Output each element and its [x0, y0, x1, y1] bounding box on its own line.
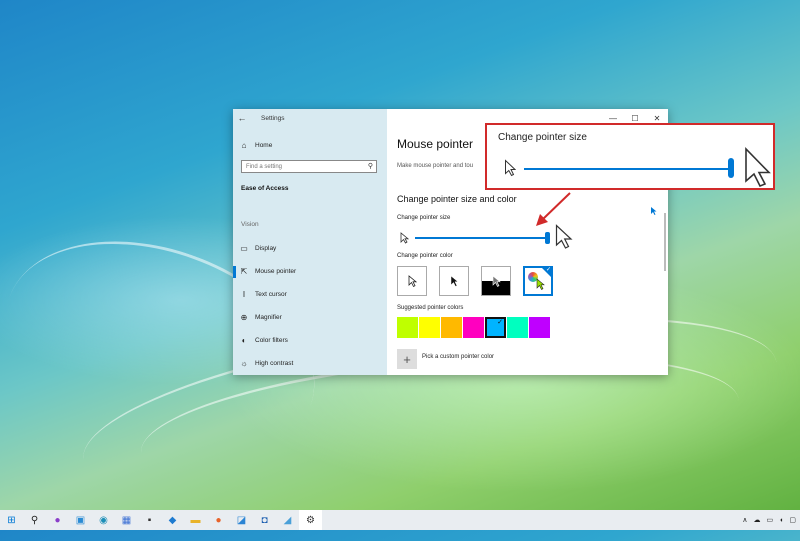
group-label: Vision — [241, 221, 259, 228]
settings-icon[interactable]: ⚙ — [299, 510, 322, 530]
firefox-icon[interactable]: ● — [207, 510, 230, 530]
sidebar-item-mouse-pointer[interactable]: ⇱ Mouse pointer — [233, 261, 387, 281]
magnifier-icon: ⊕ — [240, 312, 248, 322]
blue-pointer-icon — [651, 207, 657, 215]
pointer-color-inverted[interactable] — [481, 266, 511, 296]
search-input[interactable]: Find a setting ⚲ — [241, 160, 377, 173]
photos-icon[interactable]: ◪ — [230, 510, 253, 530]
edge-icon[interactable]: ◉ — [92, 510, 115, 530]
sidebar: ← Settings ⌂ Home Find a setting ⚲ Ease … — [233, 109, 387, 375]
vscode-icon[interactable]: ◆ — [161, 510, 184, 530]
black-pointer-icon — [450, 275, 459, 287]
start-icon[interactable]: ⊞ — [0, 510, 23, 530]
page-description: Make mouse pointer and tou — [397, 163, 474, 169]
pointer-color-white[interactable] — [397, 266, 427, 296]
network-icon[interactable]: ▭ — [767, 516, 774, 524]
callout-title: Change pointer size — [498, 132, 587, 143]
custom-color-label: Pick a custom pointer color — [422, 354, 495, 360]
pointer-size-slider[interactable] — [415, 237, 548, 239]
onedrive-icon[interactable]: ☁ — [754, 516, 761, 524]
callout-small-pointer-icon — [505, 159, 516, 177]
notification-icon[interactable]: ▢ — [789, 516, 796, 524]
search-icon: ⚲ — [367, 163, 373, 170]
sidebar-item-color-filters[interactable]: ◐ Color filters — [233, 330, 387, 350]
custom-pointer-icon — [536, 278, 545, 290]
suggested-colors-label: Suggested pointer colors — [397, 305, 464, 311]
search-placeholder: Find a setting — [246, 163, 283, 170]
sidebar-item-label: Magnifier — [255, 313, 282, 321]
zoom-callout: Change pointer size — [485, 123, 775, 190]
category-title: Ease of Access — [241, 185, 289, 192]
callout-slider — [524, 168, 733, 170]
sidebar-item-high-contrast[interactable]: ☼ High contrast — [233, 353, 387, 373]
suggested-color-swatch[interactable] — [419, 317, 440, 338]
search-icon[interactable]: ⚲ — [23, 510, 46, 530]
sidebar-item-label: Mouse pointer — [255, 267, 297, 275]
suggested-color-swatch[interactable] — [441, 317, 462, 338]
inverted-pointer-icon — [492, 275, 501, 287]
callout-slider-thumb — [728, 158, 734, 178]
check-mark-icon: ✓ — [545, 267, 551, 273]
suggested-color-swatch[interactable] — [463, 317, 484, 338]
back-arrow-icon: ← — [237, 113, 247, 123]
back-button[interactable]: ← — [233, 109, 251, 127]
store-icon[interactable]: ▦ — [115, 510, 138, 530]
sidebar-item-text-cursor[interactable]: I Text cursor — [233, 284, 387, 304]
check-mark-icon: ✓ — [497, 319, 503, 326]
suggested-color-swatch[interactable] — [529, 317, 550, 338]
terminal-icon[interactable]: ▪ — [138, 510, 161, 530]
display-icon: ▭ — [240, 243, 248, 253]
sidebar-item-label: Home — [255, 141, 273, 149]
small-pointer-icon — [400, 232, 409, 244]
color-filters-icon: ◐ — [241, 335, 247, 345]
store-bag-icon[interactable]: ◘ — [253, 510, 276, 530]
white-pointer-icon — [408, 275, 417, 288]
page-title: Mouse pointer — [397, 137, 474, 151]
pointer-color-label: Change pointer color — [397, 253, 453, 259]
section-title: Change pointer size and color — [397, 194, 517, 204]
mouse-pointer-icon: ⇱ — [240, 266, 248, 276]
pointer-size-slider-thumb[interactable] — [545, 232, 550, 244]
pointer-size-label: Change pointer size — [397, 215, 451, 221]
custom-color-button[interactable]: + — [397, 349, 417, 369]
scrollbar[interactable] — [664, 213, 666, 271]
volume-icon[interactable]: ◖ — [779, 517, 783, 524]
title-bar: ← Settings — [233, 109, 387, 127]
taskbar: ⊞ ⚲ ● ▣ ◉ ▦ ▪ ◆ ▬ ● ◪ ◘ ◢ ⚙ ∧ ☁ ▭ ◖ ▢ — [0, 510, 800, 530]
suggested-color-swatch[interactable] — [397, 317, 418, 338]
sidebar-item-label: Display — [255, 244, 277, 252]
widgets-icon[interactable]: ▣ — [69, 510, 92, 530]
plus-icon: + — [403, 351, 411, 367]
sidebar-item-label: Text cursor — [255, 290, 287, 298]
window-title: Settings — [261, 114, 285, 122]
chat-icon[interactable]: ● — [46, 510, 69, 530]
home-icon: ⌂ — [241, 140, 247, 150]
chevron-up-icon[interactable]: ∧ — [742, 516, 747, 524]
pointer-color-custom[interactable]: ✓ — [523, 266, 553, 296]
pointer-color-black[interactable] — [439, 266, 469, 296]
system-tray: ∧ ☁ ▭ ◖ ▢ — [742, 510, 796, 530]
app-icon[interactable]: ◢ — [276, 510, 299, 530]
sidebar-item-home[interactable]: ⌂ Home — [233, 135, 387, 155]
suggested-color-swatch-selected[interactable]: ✓ — [485, 317, 506, 338]
sidebar-item-display[interactable]: ▭ Display — [233, 238, 387, 258]
file-explorer-icon[interactable]: ▬ — [184, 510, 207, 530]
sidebar-item-label: Color filters — [255, 336, 288, 344]
suggested-color-swatch[interactable] — [507, 317, 528, 338]
sidebar-item-magnifier[interactable]: ⊕ Magnifier — [233, 307, 387, 327]
text-cursor-icon: I — [242, 289, 246, 299]
sidebar-item-label: High contrast — [255, 359, 294, 367]
annotation-arrow — [536, 192, 571, 226]
callout-large-pointer-icon — [745, 147, 771, 188]
high-contrast-icon: ☼ — [240, 358, 248, 368]
